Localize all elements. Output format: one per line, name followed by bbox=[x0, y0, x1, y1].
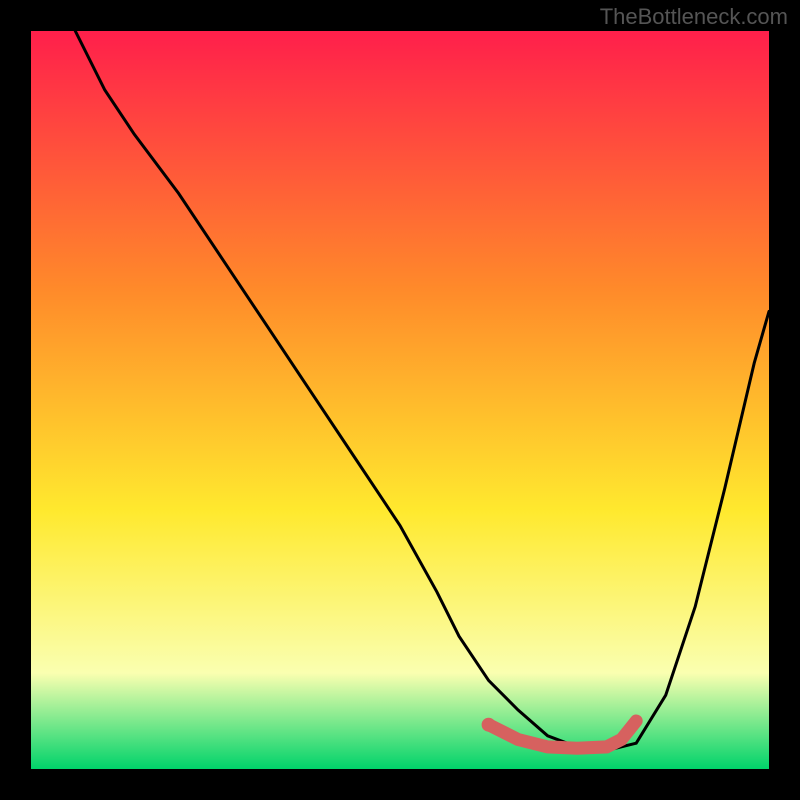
optimal-zone-start-dot bbox=[482, 718, 496, 732]
bottleneck-chart bbox=[31, 31, 769, 769]
attribution-text: TheBottleneck.com bbox=[600, 4, 788, 30]
chart-frame bbox=[31, 31, 769, 769]
